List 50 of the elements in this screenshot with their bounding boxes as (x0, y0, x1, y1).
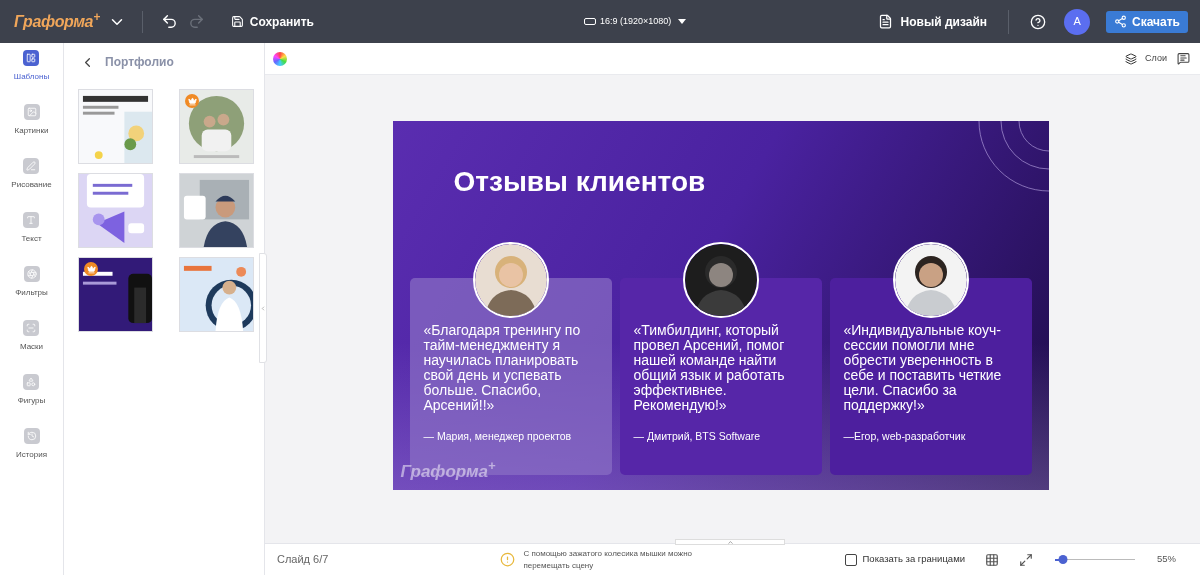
testimonial-author: — Мария, менеджер проектов (423, 429, 573, 445)
testimonial-quote: «Благодаря тренингу по тайм-менеджменту я научилась планировать свой день и успевать больше. Спасибо, Арсений!!» (423, 323, 582, 413)
image-icon (23, 104, 40, 120)
undo-icon[interactable] (160, 13, 178, 30)
pen-icon (23, 158, 40, 174)
sidebar-item[interactable]: Фигуры (17, 374, 46, 407)
warning-icon (500, 552, 516, 567)
format-dropdown[interactable]: 16:9 (1920×1080) (584, 14, 687, 29)
history-icon (23, 428, 40, 444)
aperture-icon (23, 266, 40, 282)
document-icon (877, 14, 893, 29)
help-icon[interactable] (1030, 13, 1047, 30)
logo[interactable]: Граформа$^{+}$ (14, 9, 100, 34)
sidebar-item[interactable]: Картинки (14, 104, 49, 137)
sidebar-item[interactable]: Маски (19, 320, 44, 353)
shapes-icon (23, 374, 40, 390)
sidebar-item[interactable]: Шаблоны (13, 50, 50, 83)
frame-icon (23, 320, 40, 336)
sidebar-item[interactable]: Фильтры (15, 266, 48, 299)
save-icon (230, 15, 244, 28)
panel-title: Портфолио (105, 54, 174, 71)
user-avatar[interactable]: A (1064, 8, 1091, 35)
testimonial-author: —Егор, web-разработчик (843, 429, 967, 445)
sidebar-item[interactable]: Рисование (11, 158, 52, 191)
testimonial-quote: «Тимбилдинг, который провел Арсений, помог нашей команде найти общий язык и работать эффективнее. Рекомендую!» (633, 323, 786, 413)
fit-icon[interactable] (1019, 552, 1033, 567)
comment-icon[interactable] (1177, 52, 1190, 65)
sidebar-item[interactable]: История (16, 428, 47, 461)
zoom-slider[interactable] (1055, 554, 1135, 565)
sidebar-item[interactable]: Текст (21, 212, 42, 245)
text-icon (23, 212, 40, 228)
slide-counter: Слайд 6/7 (277, 552, 329, 568)
grid-icon[interactable] (985, 552, 999, 567)
layers-button[interactable]: Слои (1125, 51, 1167, 66)
expand-handle[interactable] (675, 539, 785, 545)
save-button[interactable]: Сохранить (230, 12, 314, 31)
color-wheel-icon[interactable] (273, 51, 287, 66)
slide-title: Отзывы клиентов (453, 165, 706, 199)
layout-icon (23, 50, 40, 66)
hint-text: С помощью зажатого колесика мышки можно перемещать сцену (523, 547, 693, 572)
download-button[interactable]: Скачать (1106, 10, 1188, 33)
zoom-reading: 55% (1157, 552, 1176, 567)
show-outside-checkbox[interactable]: Показать за границами (844, 552, 965, 567)
new-design-button[interactable]: Новый дизайн (877, 12, 988, 31)
watermark-logo: Граформа$^{+}$ (400, 458, 496, 483)
share-icon (1114, 15, 1128, 28)
testimonial-author: — Дмитрий, BTS Software (633, 429, 762, 445)
testimonial-quote: «Индивидуальные коуч-сессии помогли мне обрести уверенность в себе и поставить четкие цели. Спасибо за поддержку!» (843, 323, 1003, 413)
collapse-handle[interactable] (259, 253, 267, 363)
layers-icon (1125, 52, 1138, 65)
